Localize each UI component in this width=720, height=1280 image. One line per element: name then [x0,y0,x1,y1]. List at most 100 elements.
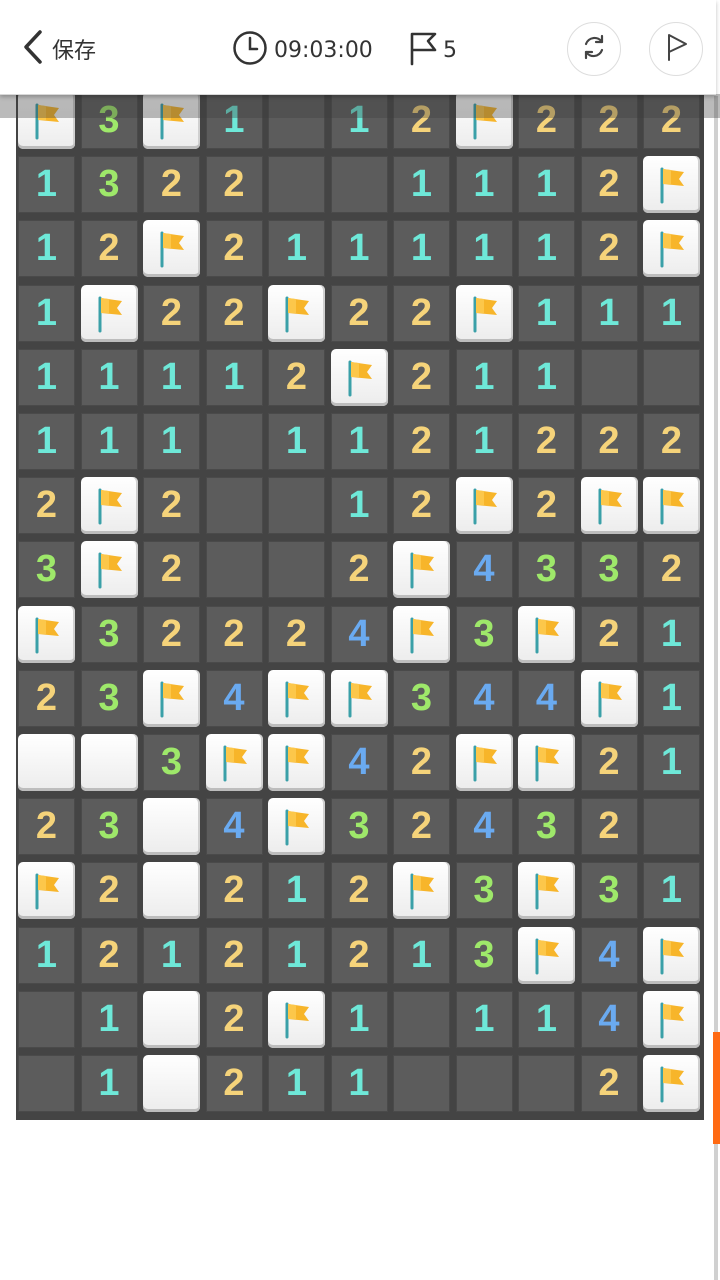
number-cell[interactable]: 1 [643,605,700,663]
number-cell[interactable]: 2 [580,413,638,470]
flagged-cell[interactable] [518,862,575,920]
number-cell[interactable]: 4 [455,669,513,727]
empty-cell[interactable] [393,1055,450,1112]
empty-cell[interactable] [268,477,325,535]
flagged-cell[interactable] [643,477,700,535]
number-cell[interactable]: 1 [268,1055,325,1112]
empty-cell[interactable] [268,156,325,214]
flagged-cell[interactable] [518,926,575,984]
number-cell[interactable]: 1 [268,926,325,984]
number-cell[interactable]: 2 [393,94,450,149]
number-cell[interactable]: 1 [393,156,450,214]
number-cell[interactable]: 2 [518,94,575,149]
number-cell[interactable]: 3 [80,94,138,149]
number-cell[interactable]: 1 [268,220,325,278]
flagged-cell[interactable] [268,284,325,342]
number-cell[interactable]: 2 [393,413,450,470]
empty-cell[interactable] [455,1055,513,1112]
flagged-cell[interactable] [393,862,450,920]
flagged-cell[interactable] [80,284,138,342]
number-cell[interactable]: 3 [455,605,513,663]
number-cell[interactable]: 2 [330,541,388,599]
number-cell[interactable]: 1 [643,862,700,920]
flagged-cell[interactable] [143,220,200,278]
number-cell[interactable]: 1 [205,348,263,406]
flagged-cell[interactable] [455,734,513,791]
number-cell[interactable]: 3 [518,541,575,599]
number-cell[interactable]: 1 [455,220,513,278]
number-cell[interactable]: 1 [18,413,75,470]
empty-cell[interactable] [18,1055,75,1112]
number-cell[interactable]: 2 [580,220,638,278]
number-cell[interactable]: 2 [143,477,200,535]
number-cell[interactable]: 2 [580,1055,638,1112]
number-cell[interactable]: 2 [18,798,75,856]
flagged-cell[interactable] [268,990,325,1048]
number-cell[interactable]: 1 [18,926,75,984]
empty-cell[interactable] [330,156,388,214]
flagged-cell[interactable] [643,1055,700,1112]
empty-cell[interactable] [205,541,263,599]
number-cell[interactable]: 1 [330,990,388,1048]
flag-mode-button[interactable] [649,22,703,76]
number-cell[interactable]: 2 [580,798,638,856]
number-cell[interactable]: 3 [80,669,138,727]
number-cell[interactable]: 1 [455,348,513,406]
number-cell[interactable]: 2 [18,669,75,727]
number-cell[interactable]: 1 [330,220,388,278]
number-cell[interactable]: 2 [80,220,138,278]
flagged-cell[interactable] [455,94,513,149]
scrollbar-thumb[interactable] [713,1032,720,1144]
number-cell[interactable]: 3 [455,926,513,984]
number-cell[interactable]: 1 [643,734,700,791]
number-cell[interactable]: 1 [455,413,513,470]
number-cell[interactable]: 2 [393,734,450,791]
number-cell[interactable]: 1 [18,156,75,214]
back-save-button[interactable]: 保存 [20,28,96,70]
number-cell[interactable]: 2 [393,348,450,406]
number-cell[interactable]: 2 [580,94,638,149]
number-cell[interactable]: 1 [330,94,388,149]
flagged-cell[interactable] [580,477,638,535]
empty-cell[interactable] [268,541,325,599]
flagged-cell[interactable] [18,862,75,920]
number-cell[interactable]: 1 [330,413,388,470]
number-cell[interactable]: 4 [330,605,388,663]
number-cell[interactable]: 2 [643,541,700,599]
number-cell[interactable]: 3 [330,798,388,856]
number-cell[interactable]: 1 [268,413,325,470]
empty-cell[interactable] [205,413,263,470]
flagged-cell[interactable] [268,798,325,856]
flagged-cell[interactable] [18,605,75,663]
flagged-cell[interactable] [143,669,200,727]
number-cell[interactable]: 1 [455,156,513,214]
number-cell[interactable]: 2 [580,734,638,791]
unrevealed-cell[interactable] [143,990,200,1048]
number-cell[interactable]: 1 [518,990,575,1048]
empty-cell[interactable] [580,348,638,406]
restart-button[interactable] [567,22,621,76]
number-cell[interactable]: 1 [580,284,638,342]
flagged-cell[interactable] [518,605,575,663]
unrevealed-cell[interactable] [143,862,200,920]
number-cell[interactable]: 3 [518,798,575,856]
flagged-cell[interactable] [268,669,325,727]
number-cell[interactable]: 1 [393,926,450,984]
number-cell[interactable]: 4 [518,669,575,727]
number-cell[interactable]: 1 [393,220,450,278]
number-cell[interactable]: 1 [143,926,200,984]
number-cell[interactable]: 4 [455,541,513,599]
number-cell[interactable]: 3 [80,605,138,663]
number-cell[interactable]: 3 [580,541,638,599]
number-cell[interactable]: 2 [330,862,388,920]
number-cell[interactable]: 1 [455,990,513,1048]
number-cell[interactable]: 1 [205,94,263,149]
number-cell[interactable]: 1 [518,220,575,278]
number-cell[interactable]: 2 [205,220,263,278]
flagged-cell[interactable] [393,541,450,599]
number-cell[interactable]: 2 [205,990,263,1048]
number-cell[interactable]: 3 [580,862,638,920]
number-cell[interactable]: 2 [18,477,75,535]
flagged-cell[interactable] [455,477,513,535]
number-cell[interactable]: 2 [205,284,263,342]
